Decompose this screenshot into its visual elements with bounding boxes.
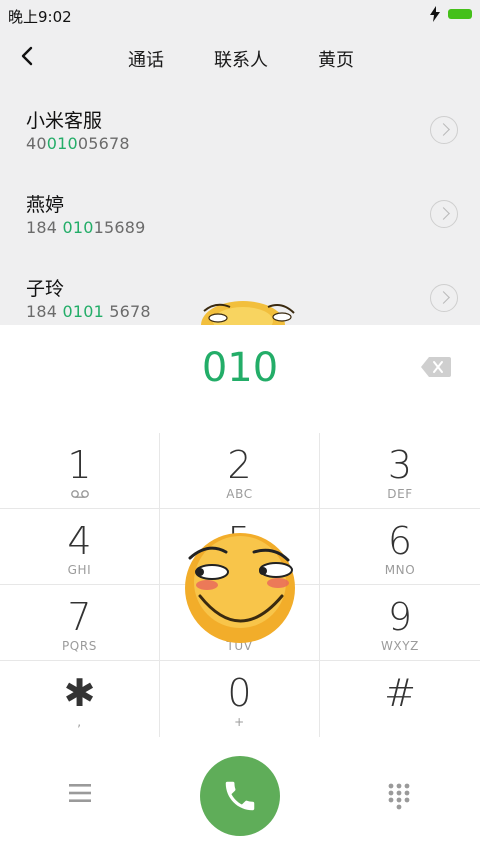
key-letters: GHI xyxy=(67,563,92,577)
key-digit: 9 xyxy=(387,595,413,639)
key-letters: WXYZ xyxy=(380,639,420,653)
key-3[interactable]: 3 DEF xyxy=(320,433,480,509)
top-nav: 通话 联系人 黄页 xyxy=(0,32,480,82)
key-9[interactable]: 9 WXYZ xyxy=(320,585,480,661)
key-1[interactable]: 1 xyxy=(0,433,160,509)
contact-name: 燕婷 xyxy=(26,194,65,216)
key-4[interactable]: 4 GHI xyxy=(0,509,160,585)
list-item[interactable]: 小米客服 4001005678 xyxy=(0,90,480,174)
tab-yellow-pages[interactable]: 黄页 xyxy=(318,46,354,72)
contact-name: 小米客服 xyxy=(26,110,103,132)
dialed-number: 010 xyxy=(201,345,279,391)
tab-contacts[interactable]: 联系人 xyxy=(214,46,268,72)
contact-number: 184 01015689 xyxy=(26,218,146,237)
key-letters: , xyxy=(77,715,82,729)
voicemail-icon xyxy=(71,490,89,498)
key-digit: 4 xyxy=(67,519,92,563)
charging-icon xyxy=(430,6,440,22)
key-hash[interactable]: # xyxy=(320,661,480,737)
key-letters: PQRS xyxy=(61,639,98,653)
tab-calls[interactable]: 通话 xyxy=(128,46,164,72)
emoji-sticker-icon xyxy=(201,301,295,325)
tab-bar: 通话 联系人 黄页 xyxy=(128,46,354,72)
dialpad-icon[interactable] xyxy=(387,782,411,810)
key-8[interactable]: 8 TUV xyxy=(160,585,320,661)
key-letters: MNO xyxy=(384,563,416,577)
key-6[interactable]: 6 MNO xyxy=(320,509,480,585)
key-2[interactable]: 2 ABC xyxy=(160,433,320,509)
key-digit: 0 xyxy=(227,671,252,715)
chevron-right-icon[interactable] xyxy=(430,284,458,312)
key-digit: 5 xyxy=(227,519,252,563)
battery-icon xyxy=(448,9,472,19)
key-letters: ABC xyxy=(226,487,253,501)
status-bar: 晚上9:02 xyxy=(0,0,480,30)
dial-keypad: 1 2 ABC 3 DEF 4 GHI 5 JKL 6 MNO 7 PQRS 8… xyxy=(0,433,480,737)
key-digit: # xyxy=(384,671,416,715)
contact-number: 4001005678 xyxy=(26,134,130,153)
key-digit: 7 xyxy=(67,595,92,639)
chevron-right-icon[interactable] xyxy=(430,116,458,144)
key-0[interactable]: 0 + xyxy=(160,661,320,737)
key-digit: 3 xyxy=(387,443,413,487)
bottom-bar xyxy=(0,745,480,845)
key-5[interactable]: 5 JKL xyxy=(160,509,320,585)
contact-number: 184 0101 5678 xyxy=(26,302,151,321)
contact-name: 子玲 xyxy=(26,278,65,300)
back-icon[interactable] xyxy=(16,44,40,68)
backspace-icon[interactable] xyxy=(421,357,451,377)
key-letters: DEF xyxy=(387,487,413,501)
key-letters: TUV xyxy=(226,639,253,653)
search-results-area: 晚上9:02 通话 联系人 黄页 小米客服 4001005678 燕婷 184 … xyxy=(0,0,480,325)
list-item[interactable]: 燕婷 184 01015689 xyxy=(0,174,480,258)
status-time: 晚上9:02 xyxy=(8,8,72,26)
chevron-right-icon[interactable] xyxy=(430,200,458,228)
key-digit: 8 xyxy=(227,595,252,639)
key-7[interactable]: 7 PQRS xyxy=(0,585,160,661)
key-digit: 2 xyxy=(227,443,252,487)
phone-icon xyxy=(225,781,255,811)
dial-display: 010 xyxy=(0,325,480,425)
key-digit: 1 xyxy=(67,443,92,487)
key-letters: + xyxy=(234,715,245,729)
call-button[interactable] xyxy=(200,756,280,836)
key-digit: ✱ xyxy=(63,671,96,715)
key-star[interactable]: ✱ , xyxy=(0,661,160,737)
key-letters: JKL xyxy=(229,563,250,577)
menu-icon[interactable] xyxy=(69,783,91,803)
key-digit: 6 xyxy=(387,519,413,563)
